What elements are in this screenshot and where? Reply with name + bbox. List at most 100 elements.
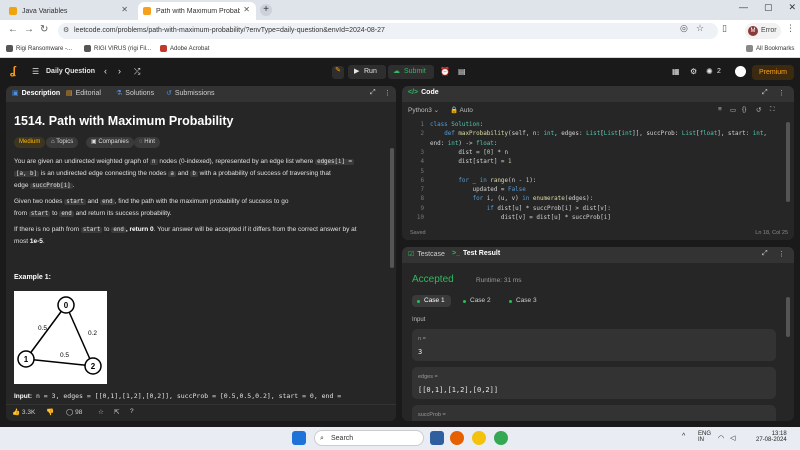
streak-icon[interactable]: ✺ <box>706 67 713 76</box>
run-button[interactable]: ▶ Run <box>348 65 386 79</box>
expand-icon[interactable]: ⤢ <box>370 89 376 97</box>
expand-icon[interactable]: ⤢ <box>762 250 768 258</box>
next-problem-icon[interactable]: › <box>118 66 121 76</box>
share-icon[interactable]: ⇱ <box>114 408 119 416</box>
code-tab[interactable]: </> Code <box>408 89 439 96</box>
close-window-icon[interactable]: ✕ <box>788 2 796 13</box>
tab-description[interactable]: ▣ Description <box>12 89 60 98</box>
help-icon[interactable]: ? <box>130 408 134 415</box>
language-indicator[interactable]: ENG IN <box>698 431 711 443</box>
acrobat-icon <box>160 45 167 52</box>
browser-menu-icon[interactable]: ⋮ <box>786 23 795 34</box>
code-line[interactable]: 7 updated = False <box>402 187 794 196</box>
new-tab-button[interactable]: + <box>260 4 272 16</box>
code-line[interactable]: 1 class Solution: <box>402 122 794 131</box>
code-line[interactable]: 2 def maxProbability(self, n: int, edges… <box>402 131 794 140</box>
taskbar-search[interactable]: ⌕ Search <box>314 430 424 446</box>
all-bookmarks[interactable]: All Bookmarks <box>746 45 794 52</box>
code-scrollbar[interactable] <box>786 122 790 202</box>
case-3-button[interactable]: Case 3 <box>504 295 543 307</box>
forward-icon[interactable]: → <box>24 24 34 35</box>
code-line[interactable]: 5 <box>402 169 794 178</box>
difficulty-badge[interactable]: Medium <box>14 137 46 148</box>
bookmark-label: RIGI VIRUS (rigi Fil... <box>94 45 152 52</box>
tab-submissions[interactable]: ↺ Submissions <box>166 89 215 98</box>
tab-editorial[interactable]: ▤ Editorial <box>66 89 101 98</box>
close-tab-icon[interactable]: ✕ <box>121 5 128 14</box>
tab-path-max-probability[interactable]: Path with Maximum Probability ✕ <box>138 2 256 20</box>
windows-start-icon[interactable] <box>292 431 306 445</box>
user-avatar[interactable] <box>735 66 746 77</box>
tab-testcase[interactable]: ☑ Testcase <box>408 250 445 259</box>
code-line[interactable]: 6 for _ in range(n - 1): <box>402 178 794 187</box>
format-icon[interactable]: ≡ <box>718 106 722 113</box>
list-icon[interactable]: ☰ <box>32 67 39 76</box>
dislike-icon[interactable]: 👎 <box>46 408 54 416</box>
more-icon[interactable]: ⋮ <box>778 250 785 258</box>
timer-icon[interactable]: ⏰ <box>440 67 450 76</box>
tray-chevron-icon[interactable]: ^ <box>682 433 685 440</box>
chrome-profile-icon[interactable] <box>494 431 508 445</box>
hide-eye-icon[interactable]: ◎ <box>680 23 688 34</box>
run-label: Run <box>364 68 377 75</box>
avatar: M <box>748 26 758 36</box>
wifi-icon[interactable]: ◠ <box>718 434 724 442</box>
code-line[interactable]: 4 dist[start] = 1 <box>402 159 794 168</box>
firefox-icon[interactable] <box>450 431 464 445</box>
braces-icon[interactable]: {} <box>742 106 746 113</box>
chrome-icon[interactable] <box>472 431 486 445</box>
task-view-icon[interactable] <box>430 431 444 445</box>
comments-button[interactable]: ◯ 98 <box>66 408 82 416</box>
bookmark-star-icon[interactable]: ☆ <box>696 23 704 34</box>
debug-icon[interactable]: ✎ <box>332 66 344 79</box>
companies-chip[interactable]: ▣ Companies <box>86 137 134 148</box>
profile-error-button[interactable]: M Error <box>745 23 781 39</box>
reset-icon[interactable]: ↺ <box>756 106 761 114</box>
sidebar-icon[interactable]: ▯ <box>722 23 727 34</box>
favorite-star-icon[interactable]: ☆ <box>98 408 104 416</box>
volume-icon[interactable]: ◁ <box>730 434 735 442</box>
code-line[interactable]: 10 dist[v] = dist[u] * succProb[i] <box>402 215 794 224</box>
minimize-icon[interactable]: — <box>739 2 748 13</box>
prev-problem-icon[interactable]: ‹ <box>104 66 107 76</box>
code-line[interactable]: 3 dist = [0] * n <box>402 150 794 159</box>
bookmark-item[interactable]: Rigi Ransomware -... <box>6 45 72 52</box>
close-tab-icon[interactable]: ✕ <box>243 5 250 14</box>
case-2-button[interactable]: Case 2 <box>458 295 497 307</box>
more-icon[interactable]: ⋮ <box>384 89 391 97</box>
hint-chip[interactable]: ◌ Hint <box>134 137 160 148</box>
layout-icon[interactable]: ▦ <box>672 67 680 76</box>
bookmark-icon[interactable]: ▭ <box>730 106 736 114</box>
submit-button[interactable]: ☁ Submit <box>388 65 434 79</box>
premium-button[interactable]: Premium <box>752 65 794 80</box>
back-icon[interactable]: ← <box>8 24 18 35</box>
fullscreen-icon[interactable]: ⛶ <box>770 106 775 114</box>
tab-java-variables[interactable]: Java Variables ✕ <box>4 2 134 20</box>
code-line[interactable]: end: int) -> float: <box>402 141 794 150</box>
description-scrollbar[interactable] <box>390 148 394 268</box>
leetcode-logo-icon[interactable]: ʆ <box>10 65 16 77</box>
expand-icon[interactable]: ⤢ <box>762 89 768 97</box>
url-field[interactable]: ⚙ leetcode.com/problems/path-with-maximu… <box>58 23 718 39</box>
code-line[interactable]: 8 for i, (u, v) in enumerate(edges): <box>402 196 794 205</box>
clock[interactable]: 13:18 27-08-2024 <box>756 431 787 443</box>
language-select[interactable]: Python3 ⌄ <box>408 106 439 114</box>
settings-icon[interactable]: ⚙ <box>690 67 697 76</box>
maximize-icon[interactable]: ▢ <box>764 2 773 13</box>
auto-mode[interactable]: 🔒 Auto <box>450 106 473 114</box>
tab-test-result[interactable]: >_ Test Result <box>452 250 500 257</box>
topics-chip[interactable]: ⌂ Topics <box>46 137 79 148</box>
site-info-icon[interactable]: ⚙ <box>63 23 69 39</box>
more-icon[interactable]: ⋮ <box>778 89 785 97</box>
shuffle-icon[interactable]: ⤮ <box>134 67 140 77</box>
bookmark-item[interactable]: RIGI VIRUS (rigi Fil... <box>84 45 151 52</box>
notes-icon[interactable]: ▤ <box>458 67 466 76</box>
bookmark-item[interactable]: Adobe Acrobat <box>160 45 209 52</box>
code-line[interactable]: 9 if dist[u] * succProb[i] > dist[v]: <box>402 206 794 215</box>
daily-question-link[interactable]: Daily Question <box>46 68 95 75</box>
reload-icon[interactable]: ↻ <box>40 24 48 35</box>
result-scrollbar[interactable] <box>786 297 790 337</box>
like-button[interactable]: 👍 3.3K <box>12 408 35 416</box>
tab-solutions[interactable]: ⚗ Solutions <box>116 89 154 98</box>
case-1-button[interactable]: Case 1 <box>412 295 451 307</box>
